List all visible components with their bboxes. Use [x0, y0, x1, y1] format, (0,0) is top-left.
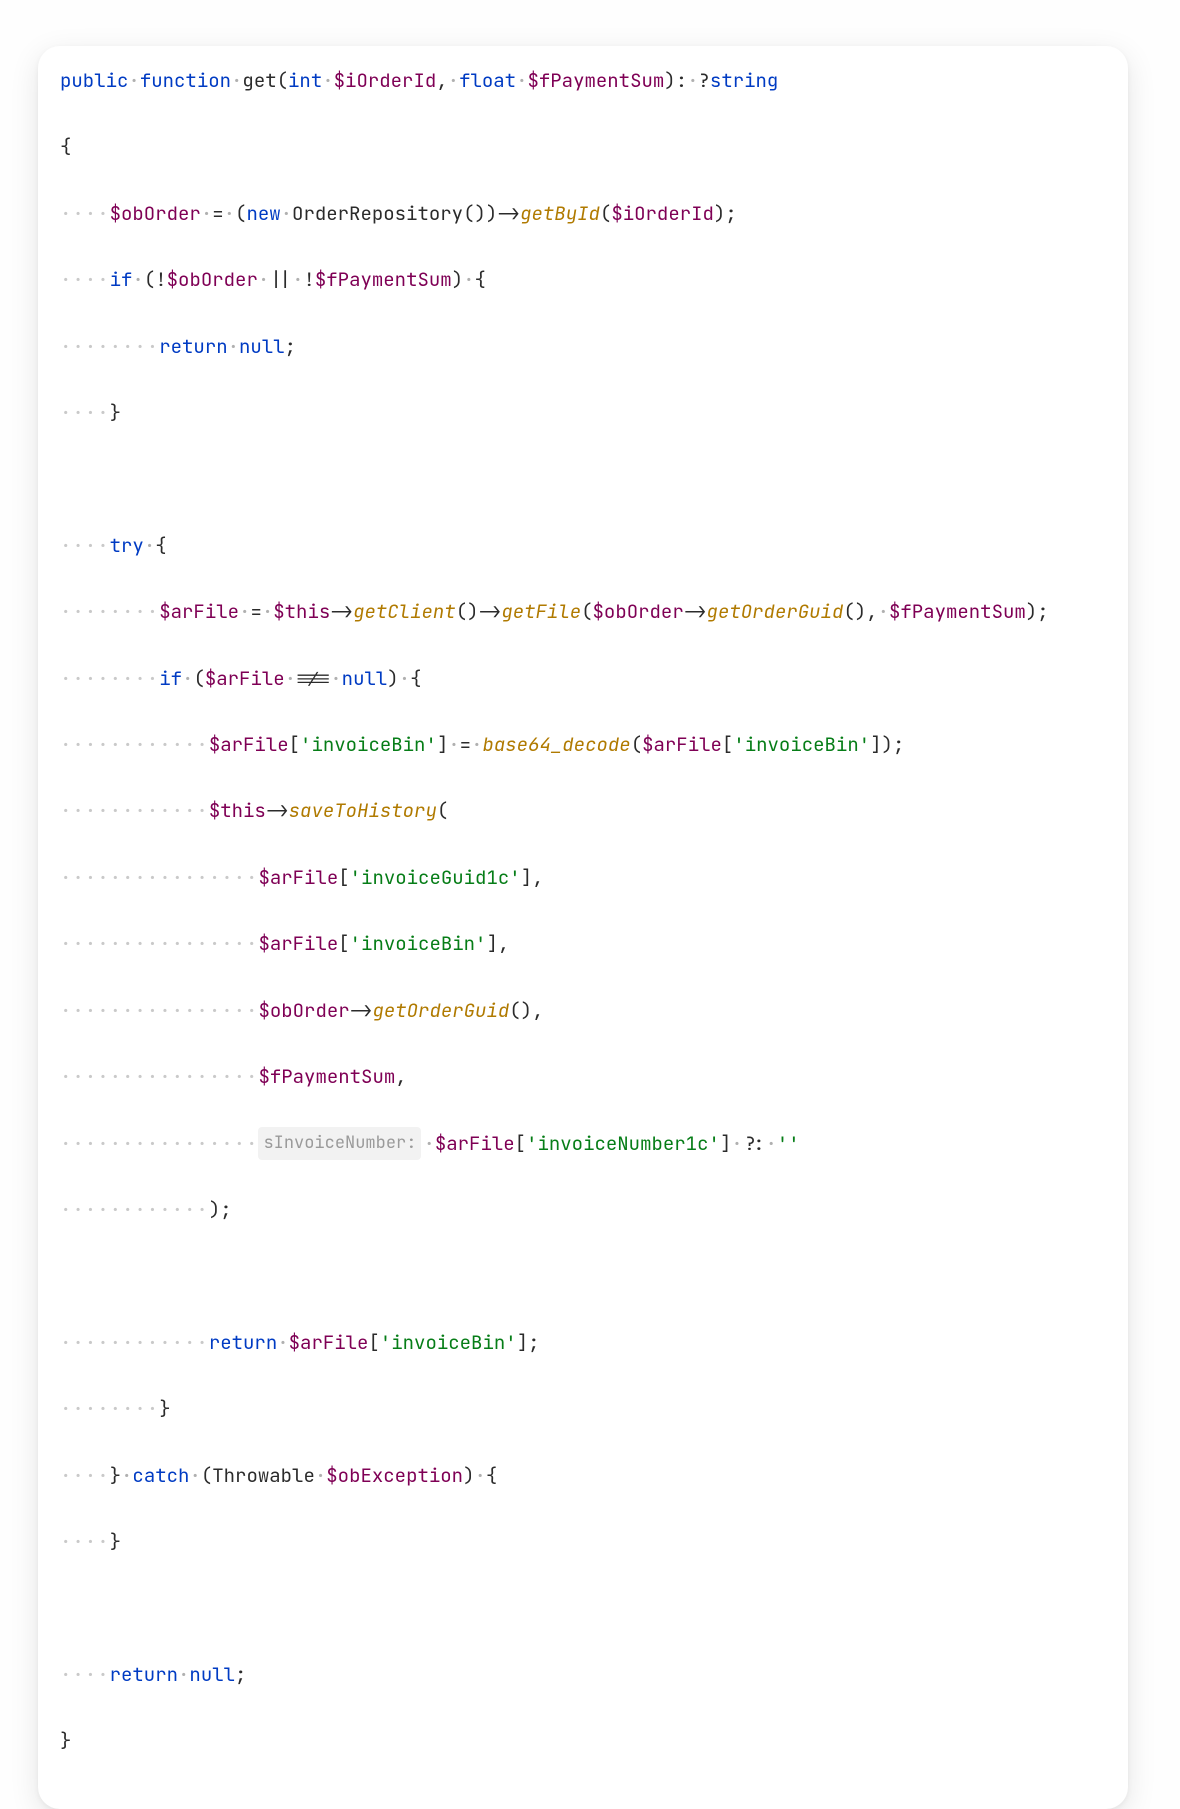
code-line: ····$obOrder·=·(new·OrderRepository())->… [60, 197, 1108, 230]
code-line: public·function·get(int·$iOrderId,·float… [60, 64, 1108, 97]
code-line: ····return·null; [60, 1658, 1108, 1691]
code-block: public·function·get(int·$iOrderId,·float… [60, 64, 1108, 1791]
code-line: ················$fPaymentSum, [60, 1060, 1108, 1093]
code-line: ····} [60, 396, 1108, 429]
code-card: public·function·get(int·$iOrderId,·float… [38, 46, 1128, 1809]
kw-public: public [60, 64, 128, 97]
code-line [60, 1259, 1108, 1292]
code-line: } [60, 1724, 1108, 1757]
class-orderrepo: OrderRepository [292, 197, 463, 230]
code-line: ············return·$arFile['invoiceBin']… [60, 1326, 1108, 1359]
code-line [60, 462, 1108, 495]
code-line: ····if·(!$obOrder·||·!$fPaymentSum)·{ [60, 263, 1108, 296]
code-line: ····}·catch·(Throwable·$obException)·{ [60, 1459, 1108, 1492]
code-line: ········return·null; [60, 330, 1108, 363]
var-fpaymentsum: $fPaymentSum [527, 64, 664, 97]
code-line: ············); [60, 1193, 1108, 1226]
inlay-hint: sInvoiceNumber: [258, 1127, 421, 1160]
code-line: ········$arFile·=·$this->getClient()->ge… [60, 595, 1108, 628]
code-line: ················$arFile['invoiceGuid1c']… [60, 861, 1108, 894]
kw-function: function [140, 64, 231, 97]
code-line: ················sInvoiceNumber:·$arFile[… [60, 1127, 1108, 1160]
code-line: { [60, 130, 1108, 163]
code-line: ················$arFile['invoiceBin'], [60, 927, 1108, 960]
code-line [60, 1591, 1108, 1624]
var-iorderid: $iOrderId [334, 64, 437, 97]
code-line: ················$obOrder->getOrderGuid()… [60, 994, 1108, 1027]
code-line: ····} [60, 1525, 1108, 1558]
code-line: ············$this->saveToHistory( [60, 794, 1108, 827]
fn-name: get [242, 64, 276, 97]
code-line: ········if·($arFile·!==·null)·{ [60, 662, 1108, 695]
code-line: ····try·{ [60, 529, 1108, 562]
code-line: ········} [60, 1392, 1108, 1425]
code-line: ············$arFile['invoiceBin']·=·base… [60, 728, 1108, 761]
